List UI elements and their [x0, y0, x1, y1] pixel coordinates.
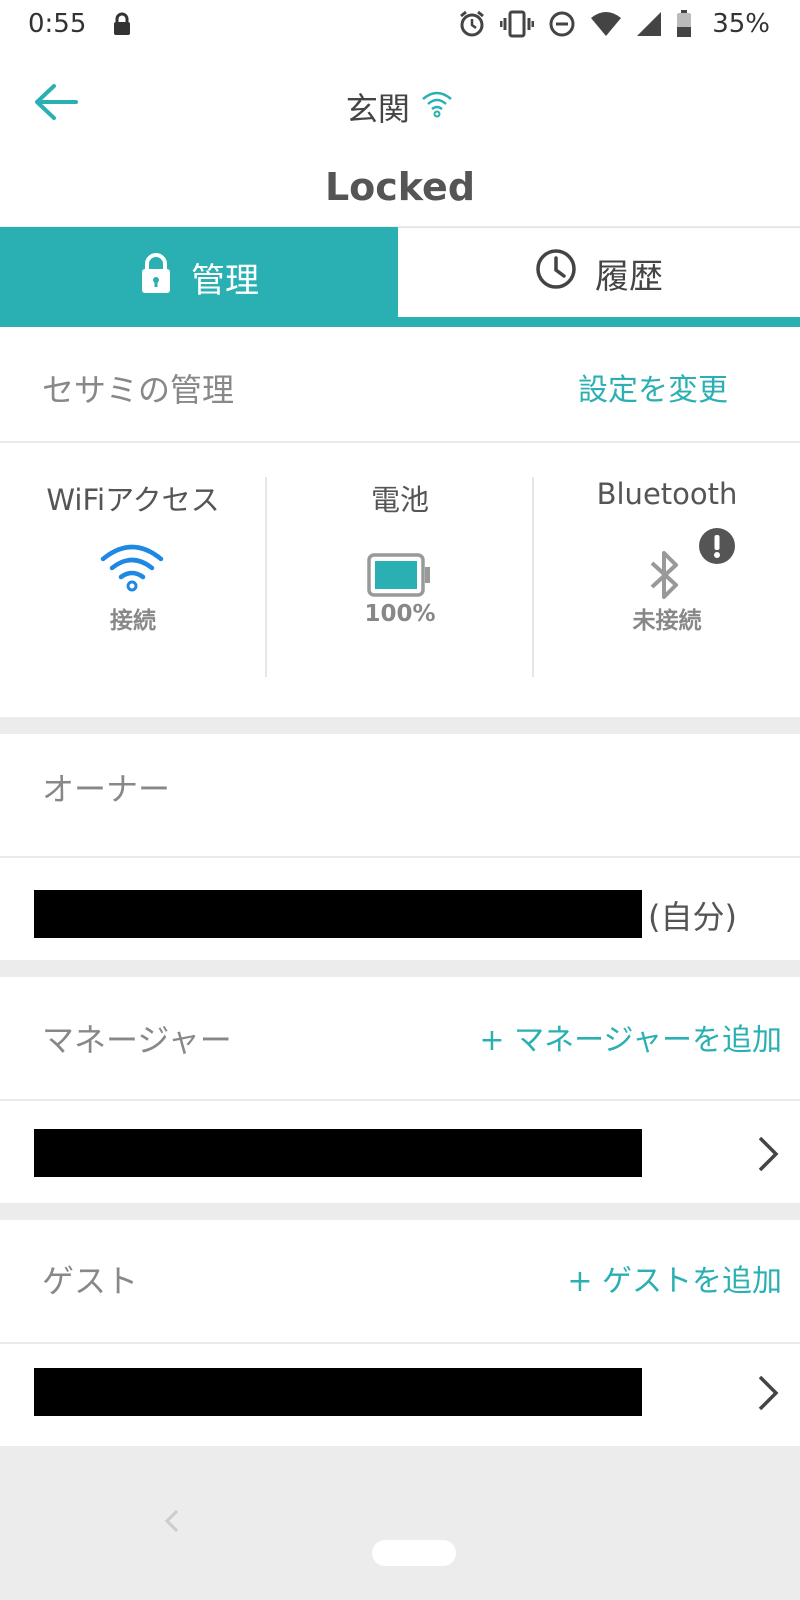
- battery-icon: [676, 10, 692, 42]
- tab-history[interactable]: 履歴: [398, 227, 800, 318]
- navigation-bar: [0, 1446, 800, 1600]
- lock-state: Locked: [324, 165, 476, 209]
- tab-history-label: 履歴: [595, 256, 663, 297]
- wifi-connected-icon: [420, 88, 454, 126]
- lock-icon: [139, 252, 173, 303]
- owner-self-label: (自分): [648, 898, 737, 936]
- status-time: 0:55: [28, 9, 87, 39]
- tab-manage[interactable]: 管理: [0, 227, 398, 327]
- bluetooth-label: Bluetooth: [596, 477, 738, 511]
- device-title: 玄関: [0, 84, 800, 130]
- status-icons: [458, 10, 692, 42]
- wifi-label: WiFiアクセス: [46, 483, 220, 517]
- clock-icon: [535, 248, 577, 299]
- wifi-status: WiFiアクセス 接続: [0, 443, 266, 715]
- bluetooth-icon: [644, 549, 688, 605]
- device-name: 玄関: [345, 90, 410, 128]
- wifi-icon: [590, 11, 622, 41]
- guest-name-redacted: [34, 1368, 642, 1416]
- tab-manage-label: 管理: [191, 260, 259, 301]
- add-guest-link[interactable]: + ゲストを追加: [567, 1256, 782, 1300]
- change-settings-link[interactable]: 設定を変更: [578, 365, 728, 409]
- battery-percent: 35%: [712, 9, 770, 39]
- manager-section: マネージャー + マネージャーを追加: [0, 977, 800, 1203]
- nav-back-button[interactable]: [162, 1506, 182, 1544]
- wifi-icon: [100, 543, 164, 597]
- battery-label: 電池: [370, 483, 429, 517]
- battery-value: 100%: [364, 601, 436, 627]
- chevron-right-icon[interactable]: [756, 1374, 780, 1416]
- owner-section: オーナー (自分): [0, 734, 800, 960]
- nav-home-button[interactable]: [372, 1540, 456, 1566]
- bluetooth-status: Bluetooth 未接続: [534, 443, 800, 715]
- battery-status: 電池 100%: [267, 443, 533, 715]
- warning-badge-icon: [698, 527, 736, 569]
- lock-icon: [112, 12, 132, 40]
- vibrate-icon: [499, 10, 535, 42]
- owner-title: オーナー: [42, 770, 171, 808]
- add-manager-link[interactable]: + マネージャーを追加: [479, 1015, 782, 1059]
- divider: [0, 1342, 800, 1344]
- guest-title: ゲスト: [42, 1262, 139, 1300]
- divider: [0, 856, 800, 858]
- alarm-icon: [458, 10, 486, 42]
- manager-title: マネージャー: [42, 1021, 232, 1059]
- status-grid: WiFiアクセス 接続 電池 100% Bluetooth 未接続: [0, 443, 800, 715]
- chevron-left-icon: [164, 1509, 179, 1533]
- tab-underline: [398, 317, 800, 327]
- bluetooth-value: 未接続: [632, 608, 702, 634]
- battery-icon: [367, 553, 433, 601]
- wifi-value: 接続: [110, 608, 156, 634]
- guest-section: ゲスト + ゲストを追加: [0, 1220, 800, 1446]
- divider: [0, 1099, 800, 1101]
- owner-name-redacted: [34, 890, 642, 938]
- management-section: セサミの管理 設定を変更 WiFiアクセス 接続 電池 100% Bluetoo…: [0, 327, 800, 717]
- manager-name-redacted: [34, 1129, 642, 1177]
- management-title: セサミの管理: [42, 371, 235, 409]
- signal-icon: [636, 11, 662, 41]
- chevron-right-icon[interactable]: [756, 1135, 780, 1177]
- dnd-icon: [548, 10, 576, 42]
